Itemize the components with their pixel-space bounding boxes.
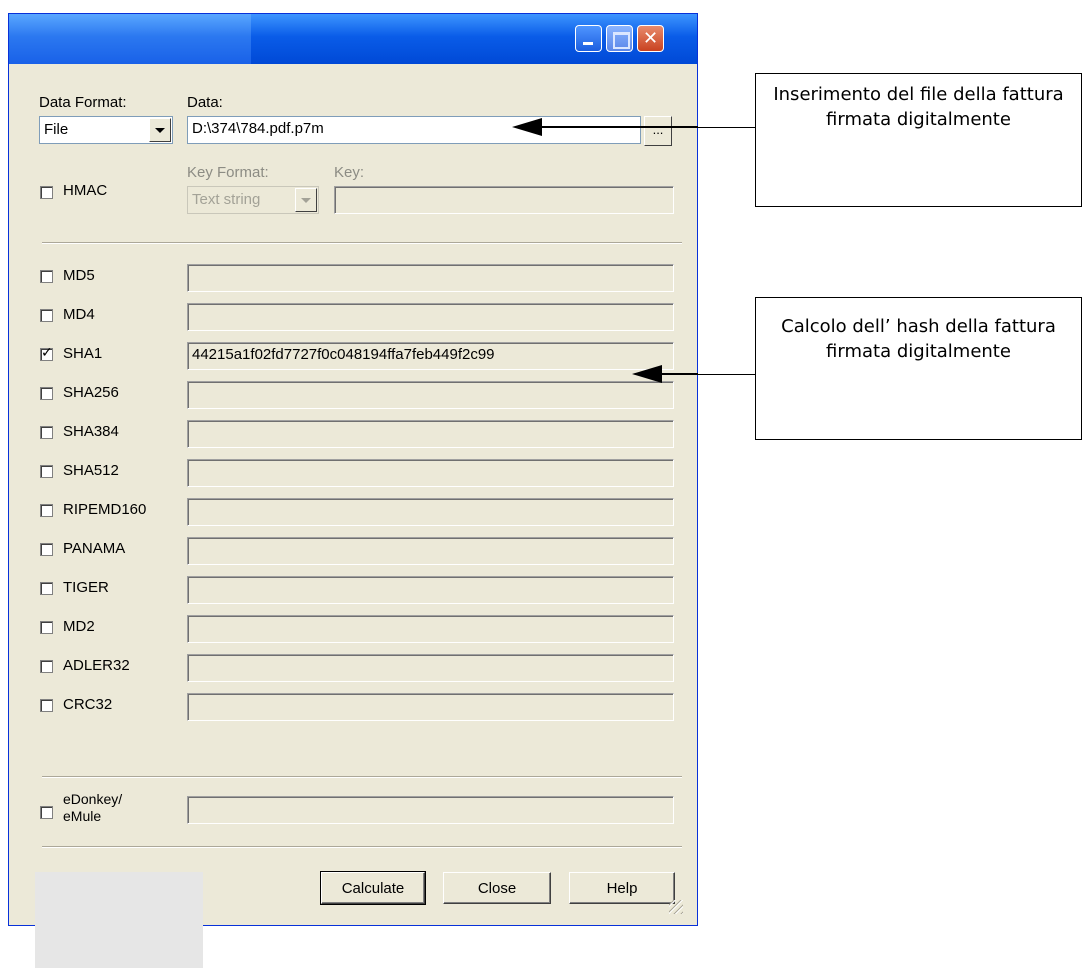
md2-label: MD2 xyxy=(63,618,95,635)
minimize-icon xyxy=(576,26,601,51)
edonkey-label-line2: eMule xyxy=(63,808,102,824)
adler32-checkbox[interactable] xyxy=(40,660,53,673)
close-icon: ✕ xyxy=(642,28,659,49)
close-button[interactable]: Close xyxy=(443,872,551,904)
data-format-label: Data Format: xyxy=(39,94,127,111)
sha256-checkbox[interactable] xyxy=(40,387,53,400)
sha512-checkbox[interactable] xyxy=(40,465,53,478)
arrow-left-icon xyxy=(512,118,542,136)
sha1-hash-field: 44215a1f02fd7727f0c048194ffa7feb449f2c99 xyxy=(187,342,674,370)
tiger-label: TIGER xyxy=(63,579,109,596)
ripemd160-checkbox[interactable] xyxy=(40,504,53,517)
data-format-value: File xyxy=(44,121,69,138)
hmac-checkbox[interactable] xyxy=(40,186,53,199)
arrow-line xyxy=(538,126,698,128)
help-button[interactable]: Help xyxy=(569,872,675,904)
browse-button[interactable]: ... xyxy=(644,116,672,146)
md2-hash-field xyxy=(187,615,674,643)
sha512-hash-field xyxy=(187,459,674,487)
panama-checkbox[interactable] xyxy=(40,543,53,556)
callout-file-input-text: Inserimento del file della fattura firma… xyxy=(773,84,1064,130)
separator xyxy=(42,846,682,848)
dialog-body: Data Format: File Data: D:\374\784.pdf.p… xyxy=(17,66,689,968)
adler32-hash-field xyxy=(187,654,674,682)
ripemd160-hash-field xyxy=(187,498,674,526)
maximize-icon xyxy=(607,26,632,51)
key-format-value: Text string xyxy=(192,191,261,208)
minimize-button[interactable] xyxy=(575,25,602,52)
sha1-checkbox[interactable] xyxy=(40,345,53,361)
crc32-label: CRC32 xyxy=(63,696,113,713)
edonkey-hash-field xyxy=(187,796,674,824)
md5-checkbox[interactable] xyxy=(40,270,53,283)
data-path-field[interactable]: D:\374\784.pdf.p7m xyxy=(187,116,641,144)
tiger-checkbox[interactable] xyxy=(40,582,53,595)
maximize-button[interactable] xyxy=(606,25,633,52)
callout-hash-calc-text: Calcolo dell’ hash della fattura firmata… xyxy=(781,316,1056,362)
crc32-checkbox[interactable] xyxy=(40,699,53,712)
md4-label: MD4 xyxy=(63,306,95,323)
connector-line xyxy=(698,374,755,375)
callout-file-input: Inserimento del file della fattura firma… xyxy=(755,73,1082,207)
sha1-label: SHA1 xyxy=(63,345,103,362)
key-format-label: Key Format: xyxy=(187,164,269,181)
panama-label: PANAMA xyxy=(63,540,126,557)
key-format-select[interactable]: Text string xyxy=(187,186,319,214)
separator xyxy=(42,776,682,778)
data-label: Data: xyxy=(187,94,223,111)
resize-grip[interactable] xyxy=(669,900,683,914)
md5-hash-field xyxy=(187,264,674,292)
hmac-label: HMAC xyxy=(63,182,108,199)
edonkey-label-line1: eDonkey/ xyxy=(63,791,123,807)
connector-line xyxy=(698,127,755,128)
hash-calculator-window: ✕ Data Format: File Data: D:\374\784.pdf… xyxy=(8,13,698,968)
chevron-down-icon xyxy=(295,188,317,212)
chevron-down-icon xyxy=(149,118,171,142)
sha512-label: SHA512 xyxy=(63,462,119,479)
close-window-button[interactable]: ✕ xyxy=(637,25,664,52)
calculate-button[interactable]: Calculate xyxy=(320,871,426,905)
callout-hash-calc: Calcolo dell’ hash della fattura firmata… xyxy=(755,297,1082,440)
sha384-checkbox[interactable] xyxy=(40,426,53,439)
md5-label: MD5 xyxy=(63,267,95,284)
edonkey-checkbox[interactable] xyxy=(40,806,53,819)
panama-hash-field xyxy=(187,537,674,565)
sha256-hash-field xyxy=(187,381,674,409)
status-area xyxy=(35,872,203,968)
sha384-hash-field xyxy=(187,420,674,448)
key-label: Key: xyxy=(334,164,365,181)
md4-checkbox[interactable] xyxy=(40,309,53,322)
arrow-line xyxy=(660,373,698,375)
sha384-label: SHA384 xyxy=(63,423,119,440)
tiger-hash-field xyxy=(187,576,674,604)
data-format-select[interactable]: File xyxy=(39,116,173,144)
ripemd160-label: RIPEMD160 xyxy=(63,501,147,518)
separator xyxy=(42,242,682,244)
md4-hash-field xyxy=(187,303,674,331)
sha256-label: SHA256 xyxy=(63,384,119,401)
crc32-hash-field xyxy=(187,693,674,721)
edonkey-label: eDonkey/ eMule xyxy=(63,791,122,825)
title-bar[interactable]: ✕ xyxy=(9,14,697,64)
title-bar-caption xyxy=(9,14,251,64)
key-field[interactable] xyxy=(334,186,674,214)
md2-checkbox[interactable] xyxy=(40,621,53,634)
adler32-label: ADLER32 xyxy=(63,657,130,674)
arrow-left-icon xyxy=(632,365,662,383)
